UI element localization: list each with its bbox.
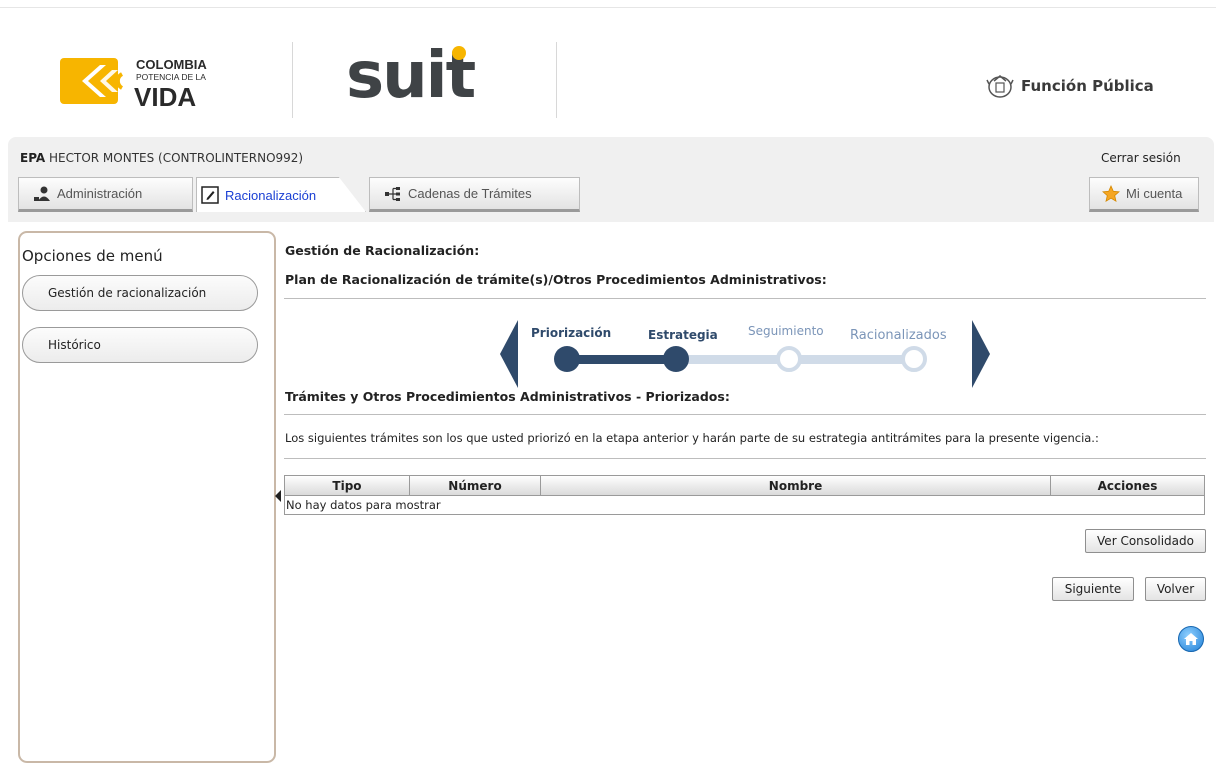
star-icon (1102, 184, 1120, 203)
page-subtitle: Plan de Racionalización de trámite(s)/Ot… (285, 272, 827, 287)
ver-consolidado-button[interactable]: Ver Consolidado (1085, 529, 1206, 553)
funcion-publica-label: Función Pública (1021, 77, 1154, 95)
step-label-seguimiento: Seguimiento (748, 324, 824, 338)
logout-link[interactable]: Cerrar sesión (1101, 151, 1181, 165)
siguiente-button[interactable]: Siguiente (1052, 577, 1134, 601)
divider (284, 414, 1206, 415)
process-stepper: Priorización Estrategia Seguimiento Raci… (500, 318, 990, 388)
funcion-publica-logo: Función Pública (985, 68, 1154, 104)
page-title: Gestión de Racionalización: (285, 243, 480, 258)
tramites-table: Tipo Número Nombre Acciones No hay datos… (284, 475, 1205, 515)
suit-logo: suit (346, 39, 476, 113)
coat-of-arms-icon (986, 75, 1014, 98)
step-dot-priorizacion (554, 346, 580, 372)
tab-cadenas-tramites[interactable]: Cadenas de Trámites (369, 177, 580, 212)
step-label-racionalizados: Racionalizados (850, 328, 947, 343)
sidebar-title: Opciones de menú (22, 247, 163, 265)
user-admin-icon (33, 186, 51, 202)
suit-logo-dot (452, 46, 466, 60)
tree-structure-icon (384, 186, 402, 202)
logo-divider (556, 42, 557, 118)
table-empty-message: No hay datos para mostrar (286, 498, 441, 512)
tab-cadenas-label: Cadenas de Trámites (408, 186, 532, 201)
site-header: COLOMBIA POTENCIA DE LA VIDA suit Funció… (0, 8, 1216, 138)
sidebar-menu: Opciones de menú Gestión de racionalizac… (18, 231, 276, 763)
stepper-prev-arrow-icon[interactable] (500, 320, 518, 388)
section-description: Los siguientes trámites son los que uste… (285, 431, 1099, 445)
table-header: Tipo Número Nombre Acciones (285, 476, 1204, 496)
step-dot-seguimiento (776, 346, 802, 372)
column-header-acciones: Acciones (1097, 479, 1158, 493)
svg-text:COLOMBIA: COLOMBIA (136, 57, 207, 72)
colombia-potencia-vida-logo: COLOMBIA POTENCIA DE LA VIDA (60, 57, 207, 112)
collapse-sidebar-icon[interactable] (275, 490, 281, 502)
user-info: EPA HECTOR MONTES (CONTROLINTERNO992) (20, 151, 303, 165)
step-label-priorizacion: Priorización (531, 326, 612, 340)
edit-icon (201, 186, 219, 204)
divider (284, 298, 1206, 299)
column-header-nombre[interactable]: Nombre (541, 476, 1051, 495)
divider (284, 458, 1206, 459)
svg-text:POTENCIA DE LA: POTENCIA DE LA (136, 72, 206, 82)
sidebar-item-gestion-racionalizacion[interactable]: Gestión de racionalización (22, 275, 258, 311)
column-header-tipo[interactable]: Tipo (285, 476, 410, 495)
home-icon[interactable] (1178, 626, 1204, 652)
logo-divider (292, 42, 293, 118)
tab-administracion-label: Administración (57, 186, 143, 201)
tab-racionalizacion-label: Racionalización (225, 187, 317, 203)
column-header-numero[interactable]: Número (410, 476, 541, 495)
user-name: HECTOR MONTES (CONTROLINTERNO992) (49, 151, 304, 165)
svg-text:VIDA: VIDA (134, 82, 196, 112)
step-label-estrategia: Estrategia (648, 328, 718, 342)
tab-racionalizacion[interactable]: Racionalización (196, 177, 366, 212)
entity-code: EPA (20, 151, 46, 165)
volver-button[interactable]: Volver (1145, 577, 1206, 601)
top-border (0, 0, 1216, 8)
section-title: Trámites y Otros Procedimientos Administ… (285, 389, 730, 404)
tab-administracion[interactable]: Administración (18, 177, 193, 212)
mi-cuenta-label: Mi cuenta (1126, 186, 1183, 201)
sidebar-item-historico[interactable]: Histórico (22, 327, 258, 363)
stepper-progress-done (564, 355, 676, 364)
mi-cuenta-button[interactable]: Mi cuenta (1089, 177, 1199, 212)
step-dot-estrategia (663, 346, 689, 372)
step-dot-racionalizados (901, 346, 927, 372)
stepper-next-arrow-icon[interactable] (972, 320, 990, 388)
